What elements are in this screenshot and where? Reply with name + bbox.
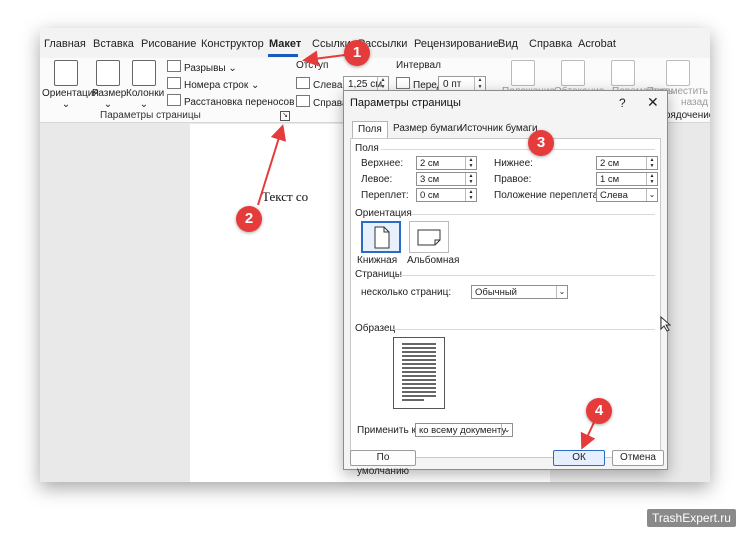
watermark: TrashExpert.ru <box>647 509 736 527</box>
step-marker-4: 4 <box>586 398 612 424</box>
annotation-arrows <box>257 50 672 450</box>
mouse-cursor-icon <box>660 315 672 332</box>
arrow-1 <box>302 50 346 67</box>
arrow-2 <box>257 124 287 206</box>
step-marker-1: 1 <box>344 40 370 66</box>
step-marker-3: 3 <box>528 130 554 156</box>
step-marker-2: 2 <box>236 206 262 232</box>
